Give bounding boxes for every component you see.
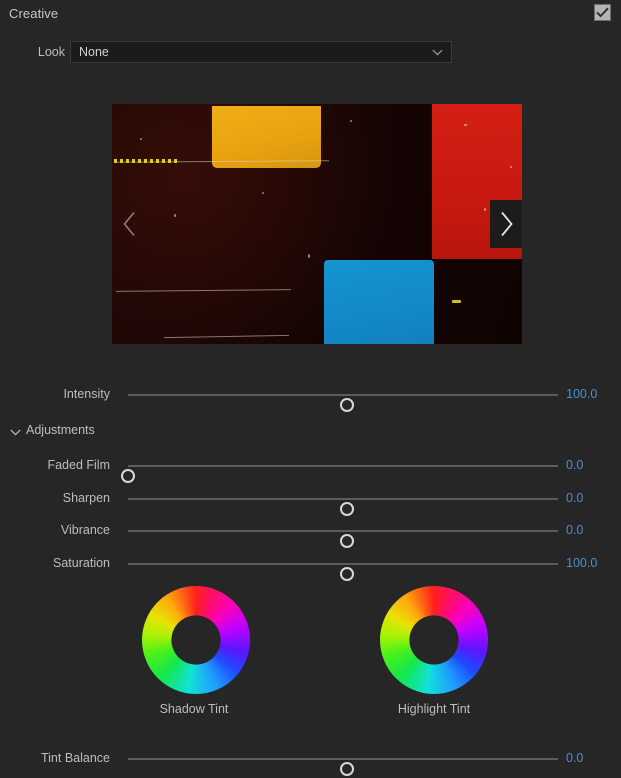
look-row: Look None [0, 41, 621, 65]
film-dust [510, 166, 512, 168]
slider-intensity[interactable]: Intensity 100.0 [0, 384, 621, 412]
film-dust [484, 208, 486, 211]
look-dropdown[interactable]: None [70, 41, 452, 63]
color-wheel-icon[interactable] [380, 586, 488, 694]
slider-knob[interactable] [340, 398, 355, 412]
preview-next-button[interactable] [490, 200, 522, 248]
shadow-tint-label: Shadow Tint [159, 702, 229, 716]
slider-label: Intensity [63, 387, 110, 401]
effect-enable-checkbox[interactable] [594, 4, 611, 21]
creative-effect-panel: Creative Look None Intensity 100.0 Adjus… [0, 0, 621, 778]
highlight-tint-wheel-group[interactable]: Highlight Tint [380, 586, 488, 716]
film-scratch [164, 334, 289, 339]
slider-label: Sharpen [62, 491, 110, 505]
adjustments-group-title: Adjustments [26, 423, 95, 437]
slider-track[interactable] [121, 465, 558, 483]
chevron-right-icon [501, 211, 513, 237]
slider-value[interactable]: 100.0 [566, 556, 597, 570]
checkbox-checked-icon [596, 7, 609, 18]
slider-value[interactable]: 100.0 [566, 387, 597, 401]
slider-sharpen[interactable]: Sharpen 0.0 [0, 488, 621, 516]
look-preview[interactable] [112, 104, 522, 344]
slider-knob[interactable] [340, 567, 355, 581]
page-title: Creative [9, 6, 59, 21]
film-dust [464, 124, 467, 126]
look-label: Look [37, 45, 65, 59]
film-dust [174, 214, 176, 217]
slider-value[interactable]: 0.0 [566, 491, 583, 505]
slider-label: Vibrance [60, 523, 110, 537]
slider-track[interactable] [128, 563, 558, 581]
slider-value[interactable]: 0.0 [566, 751, 583, 765]
slider-tint-balance[interactable]: Tint Balance 0.0 [0, 748, 621, 776]
section-header: Creative [0, 0, 621, 30]
slider-label: Tint Balance [40, 751, 110, 765]
chevron-down-icon[interactable] [10, 429, 21, 436]
slider-knob[interactable] [340, 502, 355, 516]
slider-knob[interactable] [340, 534, 355, 548]
slider-label: Saturation [53, 556, 110, 570]
preview-yellow-block [212, 106, 321, 168]
chevron-down-icon [432, 49, 443, 56]
film-dust [350, 120, 352, 122]
slider-knob[interactable] [340, 762, 355, 776]
slider-knob[interactable] [121, 469, 135, 483]
slider-vibrance[interactable]: Vibrance 0.0 [0, 520, 621, 548]
film-dust [262, 192, 264, 194]
slider-saturation[interactable]: Saturation 100.0 [0, 553, 621, 581]
slider-track[interactable] [128, 758, 558, 776]
slider-label: Faded Film [47, 458, 110, 472]
shadow-tint-wheel-group[interactable]: Shadow Tint [142, 586, 250, 716]
slider-track[interactable] [128, 530, 558, 548]
preview-prev-button[interactable] [114, 200, 146, 248]
chevron-left-icon [123, 211, 135, 237]
film-dust [452, 300, 461, 303]
slider-faded-film[interactable]: Faded Film 0.0 [0, 455, 621, 483]
film-dashes [114, 159, 180, 163]
film-dust [140, 138, 142, 140]
color-wheel-icon[interactable] [142, 586, 250, 694]
film-dust [308, 254, 310, 258]
film-frame-image [112, 104, 522, 344]
slider-track[interactable] [128, 498, 558, 516]
film-scratch [115, 289, 292, 292]
highlight-tint-label: Highlight Tint [397, 702, 471, 716]
preview-blue-block [324, 260, 434, 344]
slider-track[interactable] [128, 394, 558, 412]
slider-value[interactable]: 0.0 [566, 523, 583, 537]
slider-value[interactable]: 0.0 [566, 458, 583, 472]
look-selected-value: None [79, 45, 109, 59]
